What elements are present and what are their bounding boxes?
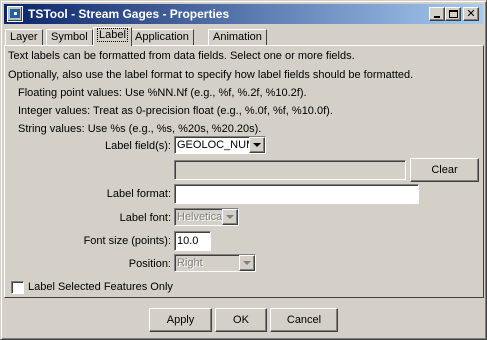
help-text-5: String values: Use %s (e.g., %s, %20s, %… — [18, 123, 262, 135]
tab-application-label: Application — [135, 31, 189, 43]
tab-animation-label: Animation — [213, 31, 262, 43]
ok-button[interactable]: OK — [215, 308, 267, 332]
selected-fields-field[interactable] — [174, 160, 406, 180]
clear-button[interactable]: Clear — [410, 158, 479, 182]
help-text-1: Text labels can be formatted from data f… — [8, 50, 355, 62]
tab-symbol-label: Symbol — [51, 31, 88, 43]
close-button[interactable]: ✕ — [463, 7, 479, 21]
position-label: Position: — [128, 258, 171, 270]
tab-layer-label: Layer — [10, 31, 38, 43]
position-value: Right — [177, 257, 203, 269]
position-combo: Right — [174, 254, 256, 272]
label-fields-combo[interactable]: GEOLOC_NUM — [174, 136, 266, 154]
tab-label-label: Label — [97, 28, 128, 42]
font-size-input[interactable]: 10.0 — [174, 231, 211, 251]
font-size-value: 10.0 — [177, 235, 199, 247]
help-text-2: Optionally, also use the label format to… — [8, 69, 414, 81]
title-bar[interactable]: TSTool - Stream Gages - Properties ✕ — [4, 4, 483, 24]
label-font-combo: Helvetica — [174, 208, 239, 226]
label-selected-only-checkbox[interactable] — [11, 281, 24, 294]
label-selected-only-label[interactable]: Label Selected Features Only — [28, 281, 173, 293]
tab-application[interactable]: Application — [130, 29, 194, 45]
label-font-label: Label font: — [119, 212, 171, 224]
help-text-4: Integer values: Treat as 0-precision flo… — [18, 105, 333, 117]
cancel-button[interactable]: Cancel — [270, 308, 338, 332]
maximize-button[interactable] — [445, 7, 461, 21]
window-title: TSTool - Stream Gages - Properties — [28, 7, 230, 21]
label-format-input[interactable] — [174, 184, 419, 204]
apply-button[interactable]: Apply — [149, 308, 212, 332]
label-fields-label: Label field(s): — [104, 140, 171, 152]
label-format-label: Label format: — [106, 188, 171, 200]
tab-label[interactable]: Label — [93, 27, 132, 46]
properties-window: TSTool - Stream Gages - Properties ✕ Lay… — [0, 0, 487, 340]
app-icon — [7, 6, 23, 22]
label-font-value: Helvetica — [177, 211, 223, 223]
minimize-button[interactable] — [429, 7, 445, 21]
chevron-down-icon — [239, 255, 255, 271]
tab-animation[interactable]: Animation — [208, 29, 267, 45]
label-fields-value: GEOLOC_NUM — [177, 139, 256, 151]
minimize-icon — [434, 16, 440, 18]
maximize-icon — [449, 10, 458, 18]
font-size-label: Font size (points): — [83, 235, 171, 247]
tab-layer[interactable]: Layer — [5, 29, 43, 45]
chevron-down-icon — [222, 209, 238, 225]
tab-symbol[interactable]: Symbol — [46, 29, 93, 45]
chevron-down-icon[interactable] — [249, 137, 265, 153]
close-icon: ✕ — [466, 7, 476, 20]
help-text-3: Floating point values: Use %NN.Nf (e.g.,… — [18, 87, 307, 99]
